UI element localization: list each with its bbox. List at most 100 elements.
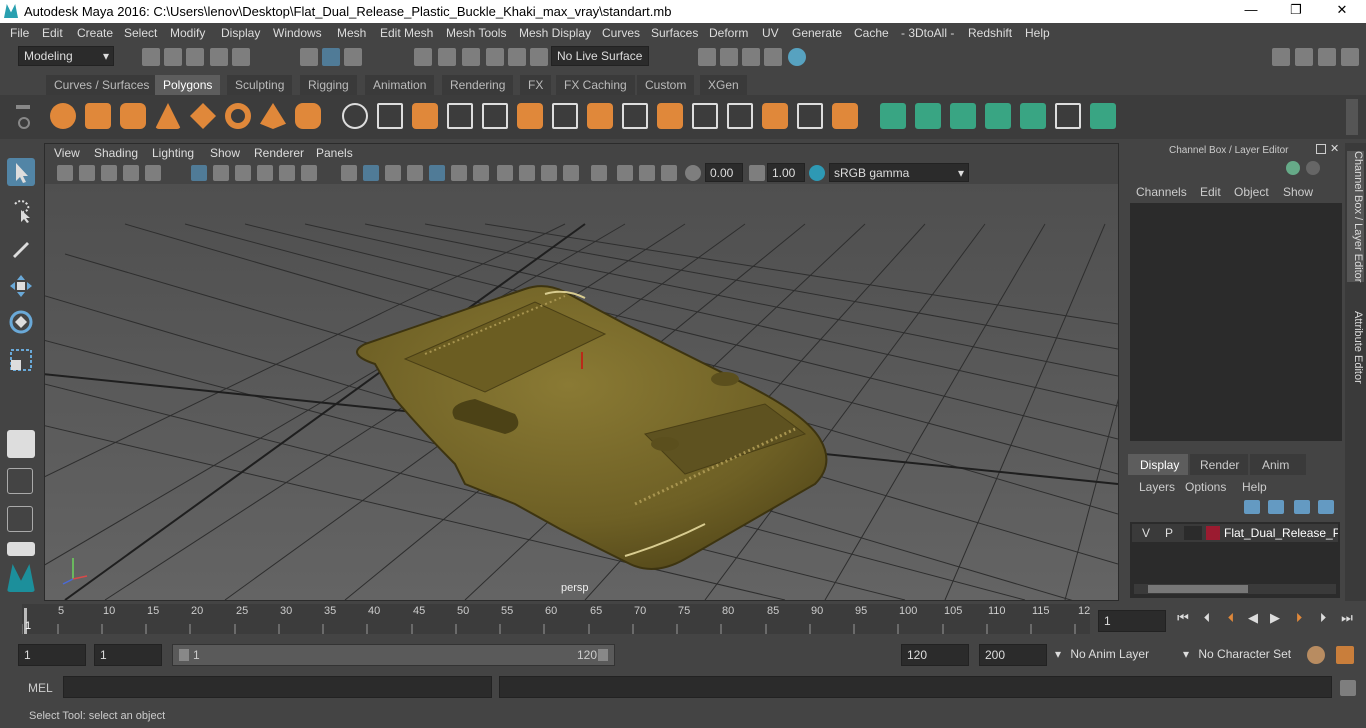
script-language-label[interactable]: MEL	[28, 681, 53, 695]
select-by-component-icon[interactable]	[344, 48, 362, 66]
playback-start-field[interactable]: 1	[94, 644, 162, 666]
shelf-tab-curves-surfaces[interactable]: Curves / Surfaces	[46, 75, 158, 95]
wireframe-icon[interactable]	[341, 165, 357, 181]
menu-mesh[interactable]: Mesh	[337, 26, 366, 40]
shelf-tab-rigging[interactable]: Rigging	[300, 75, 357, 95]
poly-cylinder-icon[interactable]	[120, 103, 146, 129]
menu-modify[interactable]: Modify	[170, 26, 205, 40]
menu-redshift[interactable]: Redshift	[968, 26, 1012, 40]
menu-mesh-tools[interactable]: Mesh Tools	[446, 26, 506, 40]
close-panel-icon[interactable]: ✕	[1330, 142, 1339, 155]
restore-button[interactable]: ❐	[1281, 2, 1311, 20]
image-plane-icon[interactable]	[101, 165, 117, 181]
select-by-hierarchy-icon[interactable]	[300, 48, 318, 66]
current-time-marker[interactable]: 1	[25, 620, 31, 632]
gamma-icon[interactable]	[749, 165, 765, 181]
lasso-tool-icon[interactable]	[7, 196, 35, 224]
edit-menu[interactable]: Edit	[1200, 185, 1221, 199]
menu-edit[interactable]: Edit	[42, 26, 63, 40]
shelf-scrollbar[interactable]	[1346, 99, 1358, 135]
gate-mask-icon[interactable]	[235, 165, 251, 181]
layer-name[interactable]: Flat_Dual_Release_Plas	[1224, 526, 1338, 540]
show-grid-icon[interactable]	[191, 165, 207, 181]
wireframe-on-shaded-icon[interactable]	[407, 165, 423, 181]
range-start-handle[interactable]	[179, 649, 189, 661]
anti-aliasing-icon[interactable]	[541, 165, 557, 181]
layer-color-swatch[interactable]	[1206, 526, 1220, 540]
menu-create[interactable]: Create	[77, 26, 113, 40]
save-scene-icon[interactable]	[186, 48, 204, 66]
side-tab-attribute-editor[interactable]: Attribute Editor	[1347, 311, 1364, 384]
snap-grid-icon[interactable]	[414, 48, 432, 66]
uv-editor-icon[interactable]	[1020, 103, 1046, 129]
time-slider-track[interactable]: 5 10 15 20 25 30 35 40 45 50 55 60 65 70…	[22, 604, 1090, 634]
modeling-toolkit-icon[interactable]	[1295, 48, 1313, 66]
layer-type-toggle[interactable]	[1184, 526, 1202, 540]
snap-view-plane-icon[interactable]	[486, 48, 504, 66]
undo-icon[interactable]	[210, 48, 228, 66]
manipulator-icon[interactable]	[1286, 161, 1300, 175]
paint-select-tool-icon[interactable]	[7, 234, 35, 262]
insert-edge-loop-icon[interactable]	[692, 103, 718, 129]
side-by-side-layout-icon[interactable]	[7, 506, 33, 532]
step-forward-frame-icon[interactable]: ⏵	[1290, 610, 1308, 628]
animation-end-field[interactable]: 200	[979, 644, 1047, 666]
snap-point-icon[interactable]	[462, 48, 480, 66]
safe-title-icon[interactable]	[301, 165, 317, 181]
shelf-tab-custom[interactable]: Custom	[637, 75, 695, 95]
outliner-layout-icon[interactable]	[7, 542, 35, 556]
conform-icon[interactable]	[832, 103, 858, 129]
multi-cut-icon[interactable]	[727, 103, 753, 129]
automatic-mapping-icon[interactable]	[985, 103, 1011, 129]
live-surface-field[interactable]: No Live Surface	[551, 46, 649, 66]
step-back-frame-icon[interactable]: ⏴	[1222, 610, 1240, 628]
mode-selector[interactable]: Modeling ▾	[18, 46, 114, 66]
persp-viewport[interactable]: View Shading Lighting Show Renderer Pane…	[0, 143, 1306, 615]
animation-prefs-icon[interactable]	[1336, 646, 1354, 664]
channels-menu[interactable]: Channels	[1136, 185, 1187, 199]
shelf-tab-fx-caching[interactable]: FX Caching	[556, 75, 635, 95]
viewport-canvas[interactable]: persp	[0, 184, 1306, 615]
snap-live-icon[interactable]	[508, 48, 526, 66]
bevel-icon[interactable]	[552, 103, 578, 129]
layers-menu[interactable]: Layers	[1139, 480, 1175, 494]
show-menu[interactable]: Show	[1283, 185, 1313, 199]
menu-edit-mesh[interactable]: Edit Mesh	[380, 26, 433, 40]
poly-torus-icon[interactable]	[225, 103, 251, 129]
menu-surfaces[interactable]: Surfaces	[651, 26, 698, 40]
auto-key-icon[interactable]	[1307, 646, 1325, 664]
render-settings-icon[interactable]	[764, 48, 782, 66]
animation-start-field[interactable]: 1	[18, 644, 86, 666]
append-polygon-icon[interactable]	[587, 103, 613, 129]
menu-display[interactable]: Display	[221, 26, 260, 40]
uv-checker-icon[interactable]	[1055, 103, 1081, 129]
layer-playback-toggle[interactable]: P	[1161, 526, 1177, 540]
menu-curves[interactable]: Curves	[602, 26, 640, 40]
shelf-tab-animation[interactable]: Animation	[365, 75, 435, 95]
bridge-icon[interactable]	[517, 103, 543, 129]
script-editor-icon[interactable]	[1340, 680, 1356, 696]
four-view-layout-icon[interactable]	[7, 468, 33, 494]
camera-attributes-icon[interactable]	[57, 165, 73, 181]
poly-pyramid-icon[interactable]	[260, 103, 286, 129]
menu-mesh-display[interactable]: Mesh Display	[519, 26, 591, 40]
object-menu[interactable]: Object	[1234, 185, 1269, 199]
xray-joints-icon[interactable]	[661, 165, 677, 181]
fill-hole-icon[interactable]	[622, 103, 648, 129]
playback-end-field[interactable]: 120	[901, 644, 969, 666]
float-panel-icon[interactable]	[1316, 144, 1326, 154]
menu-file[interactable]: File	[10, 26, 29, 40]
smooth-icon[interactable]	[447, 103, 473, 129]
poly-plane-icon[interactable]	[190, 103, 216, 129]
poly-cone-icon[interactable]	[155, 103, 181, 129]
render-current-icon[interactable]	[720, 48, 738, 66]
play-forward-icon[interactable]: ▶	[1266, 610, 1284, 628]
character-set-select[interactable]: ▾ No Character Set	[1178, 644, 1298, 666]
poly-cube-icon[interactable]	[85, 103, 111, 129]
play-backward-icon[interactable]: ◀	[1244, 610, 1262, 628]
grid-toggle-icon[interactable]	[123, 165, 139, 181]
move-layer-down-icon[interactable]	[1268, 500, 1284, 514]
layer-scrollbar[interactable]	[1134, 584, 1336, 594]
go-to-end-icon[interactable]: ⏭	[1338, 610, 1356, 628]
layer-row[interactable]: V P Flat_Dual_Release_Plas	[1132, 524, 1338, 542]
